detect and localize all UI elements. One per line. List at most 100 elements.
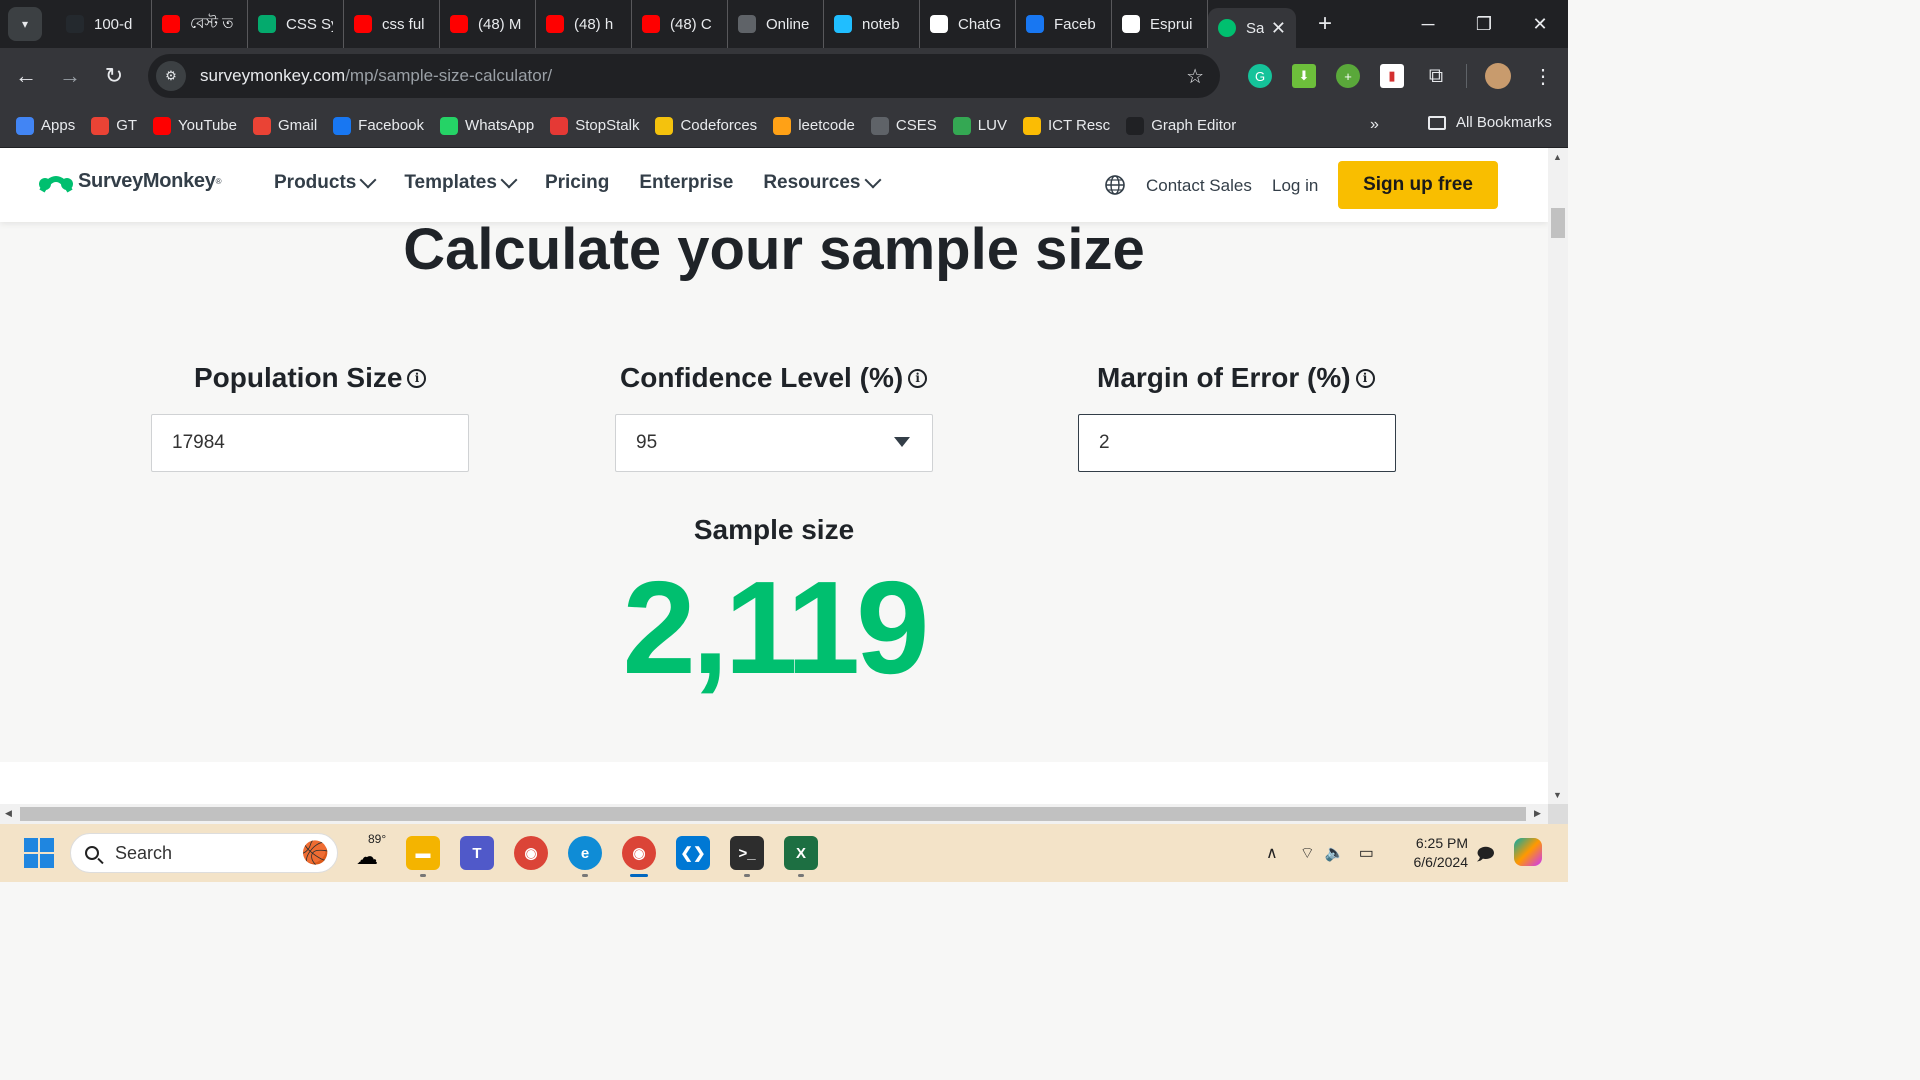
file-explorer-icon[interactable]: ▬ bbox=[406, 836, 440, 870]
color-extension-icon[interactable]: ▮ bbox=[1380, 64, 1404, 88]
info-icon[interactable]: i bbox=[407, 368, 427, 388]
excel-icon[interactable]: X bbox=[784, 836, 818, 870]
start-button[interactable] bbox=[24, 838, 54, 868]
scroll-right-icon[interactable]: ▶ bbox=[1534, 808, 1541, 819]
bookmarks-bar: Apps GT YouTube Gmail Facebook WhatsApp StopSt… bbox=[0, 104, 1568, 148]
reload-button[interactable]: ↻ bbox=[92, 54, 136, 98]
confidence-level-select[interactable]: 95 bbox=[615, 414, 933, 472]
globe-icon[interactable] bbox=[1104, 174, 1126, 196]
tab-title: (48) M bbox=[478, 15, 522, 33]
scroll-left-icon[interactable]: ◀ bbox=[5, 808, 12, 819]
page-title: Calculate your sample size bbox=[403, 217, 1145, 282]
gmail-icon bbox=[253, 116, 271, 135]
volume-icon[interactable]: 🔈 bbox=[1325, 843, 1345, 863]
margin-of-error-input[interactable]: 2 bbox=[1078, 414, 1396, 472]
profile-avatar[interactable] bbox=[1485, 63, 1511, 89]
surveymonkey-logo[interactable]: SurveyMonkey ® bbox=[38, 170, 221, 193]
forward-button[interactable]: → bbox=[48, 54, 92, 98]
nav-item-enterprise[interactable]: Enterprise bbox=[639, 172, 733, 194]
browser-tab[interactable]: 100-d bbox=[56, 0, 152, 48]
browser-tab[interactable]: (48) h bbox=[536, 0, 632, 48]
browser-tab[interactable]: বেস্ট ত bbox=[152, 0, 248, 48]
bookmark-item[interactable]: GT bbox=[91, 116, 137, 135]
info-icon[interactable]: i bbox=[1355, 368, 1375, 388]
globe-icon bbox=[870, 116, 889, 135]
tab-search-button[interactable]: ▾ bbox=[8, 7, 42, 41]
edge-icon[interactable]: e bbox=[568, 836, 602, 870]
wifi-icon[interactable]: ⌔ bbox=[1300, 843, 1315, 863]
download-extension-icon[interactable]: ⬇ bbox=[1292, 64, 1316, 88]
contact-sales-link[interactable]: Contact Sales bbox=[1146, 176, 1252, 196]
close-window-button[interactable]: ✕ bbox=[1512, 0, 1568, 48]
teams-icon[interactable]: T bbox=[460, 836, 494, 870]
login-link[interactable]: Log in bbox=[1272, 176, 1318, 196]
nav-item-resources[interactable]: Resources bbox=[763, 171, 881, 194]
bookmark-item[interactable]: Gmail bbox=[253, 116, 317, 135]
url-text[interactable]: surveymonkey.com/mp/sample-size-calculat… bbox=[200, 66, 552, 86]
grammarly-extension-icon[interactable]: G bbox=[1248, 64, 1272, 88]
bookmark-item[interactable]: WhatsApp bbox=[440, 116, 534, 135]
notification-icon[interactable]: 🗩 bbox=[1476, 842, 1495, 871]
signup-button[interactable]: Sign up free bbox=[1338, 161, 1498, 209]
bookmark-item[interactable]: Graph Editor bbox=[1126, 116, 1236, 135]
bookmark-item[interactable]: ICT Resc bbox=[1022, 116, 1110, 135]
plus-extension-icon[interactable]: + bbox=[1336, 64, 1360, 88]
minimize-button[interactable]: ─ bbox=[1400, 0, 1456, 48]
more-bookmarks-icon[interactable]: » bbox=[1370, 116, 1379, 134]
browser-tab[interactable]: CSS Sy bbox=[248, 0, 344, 48]
site-info-icon[interactable]: ⚙ bbox=[156, 61, 186, 91]
horizontal-scrollbar[interactable]: ◀ ▶ bbox=[0, 804, 1548, 824]
whatsapp-icon bbox=[440, 116, 459, 135]
arrow-right-icon: → bbox=[59, 63, 81, 88]
browser-tab[interactable]: ChatG bbox=[920, 0, 1016, 48]
battery-icon[interactable]: ▭ bbox=[1359, 843, 1374, 863]
youtube-icon bbox=[153, 116, 172, 135]
taskbar-clock[interactable]: 6:25 PM 6/6/2024 bbox=[1400, 834, 1469, 872]
youtube-icon bbox=[450, 15, 468, 33]
population-size-input[interactable]: 17984 bbox=[151, 414, 469, 472]
chrome-icon[interactable]: ◉ bbox=[514, 836, 548, 870]
browser-tab[interactable]: Faceb bbox=[1016, 0, 1112, 48]
menu-kebab-icon[interactable]: ⋮ bbox=[1531, 64, 1555, 88]
bookmark-item[interactable]: Facebook bbox=[333, 116, 424, 135]
address-bar[interactable]: ⚙ surveymonkey.com/mp/sample-size-calcul… bbox=[148, 54, 1220, 98]
bookmark-star-icon[interactable]: ☆ bbox=[1186, 64, 1204, 89]
browser-tab[interactable]: noteb bbox=[824, 0, 920, 48]
terminal-icon[interactable]: >_ bbox=[730, 836, 764, 870]
vertical-scroll-thumb[interactable] bbox=[1551, 208, 1565, 238]
vscode-icon[interactable]: ❮❯ bbox=[676, 836, 710, 870]
browser-tab[interactable]: Online bbox=[728, 0, 824, 48]
browser-tab[interactable]: (48) M bbox=[440, 0, 536, 48]
browser-tab[interactable]: Esprui bbox=[1112, 0, 1208, 48]
taskbar-search[interactable]: Search 🏀 bbox=[70, 833, 338, 873]
scroll-down-icon[interactable]: ▼ bbox=[1553, 790, 1562, 800]
weather-widget[interactable]: ☁ 89° bbox=[354, 832, 390, 870]
basketball-icon: 🏀 bbox=[301, 840, 329, 865]
scroll-up-icon[interactable]: ▲ bbox=[1553, 152, 1562, 162]
browser-tab[interactable]: (48) C bbox=[632, 0, 728, 48]
nav-item-templates[interactable]: Templates bbox=[404, 171, 518, 194]
back-button[interactable]: ← bbox=[4, 54, 48, 98]
close-tab-icon[interactable]: ✕ bbox=[1271, 18, 1286, 39]
vertical-scrollbar[interactable]: ▲ ▼ bbox=[1548, 148, 1568, 804]
bookmark-item[interactable]: YouTube bbox=[153, 116, 237, 135]
bookmark-item[interactable]: StopStalk bbox=[550, 116, 639, 135]
bookmark-item[interactable]: leetcode bbox=[773, 116, 855, 135]
nav-item-pricing[interactable]: Pricing bbox=[545, 172, 609, 194]
bookmark-item[interactable]: CSES bbox=[870, 116, 937, 135]
new-tab-button[interactable]: + bbox=[1310, 10, 1340, 38]
info-icon[interactable]: i bbox=[908, 368, 928, 388]
bookmark-item[interactable]: Codeforces bbox=[655, 116, 757, 135]
horizontal-scroll-thumb[interactable] bbox=[20, 807, 1526, 821]
bookmark-item[interactable]: LUV bbox=[952, 116, 1007, 135]
extensions-puzzle-icon[interactable]: ⧉ bbox=[1424, 64, 1448, 88]
nav-item-products[interactable]: Products bbox=[274, 171, 377, 194]
restore-button[interactable]: ❐ bbox=[1456, 0, 1512, 48]
all-bookmarks-button[interactable]: All Bookmarks bbox=[1428, 114, 1552, 131]
browser-tab[interactable]: css ful bbox=[344, 0, 440, 48]
bookmark-item[interactable]: Apps bbox=[16, 116, 75, 135]
chrome-profile-icon[interactable]: ◉ bbox=[622, 836, 656, 870]
copilot-icon[interactable] bbox=[1514, 838, 1542, 866]
active-browser-tab[interactable]: Sa ✕ bbox=[1208, 8, 1296, 48]
chevron-up-icon[interactable]: ∧ bbox=[1266, 843, 1278, 863]
